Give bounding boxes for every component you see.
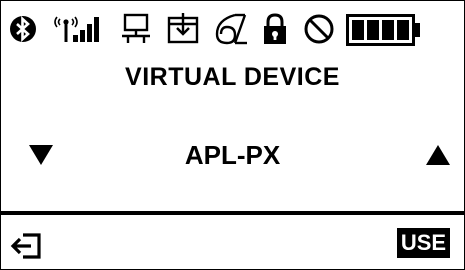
back-exit-icon[interactable] — [9, 232, 43, 260]
no-entry-icon — [304, 14, 334, 44]
device-selector: APL-PX — [1, 136, 464, 176]
sleep-icon — [215, 13, 247, 45]
device-name: APL-PX — [184, 140, 281, 170]
footer: USE — [1, 215, 464, 269]
lock-icon — [264, 13, 286, 44]
bluetooth-icon — [10, 16, 36, 42]
device-screen: VIRTUAL DEVICE APL-PX USE — [0, 0, 465, 270]
battery-icon — [346, 14, 420, 46]
next-arrow-button[interactable] — [424, 143, 452, 167]
page-title: VIRTUAL DEVICE — [125, 63, 340, 91]
status-bar — [1, 1, 464, 61]
inbox-icon — [167, 13, 199, 44]
use-button[interactable]: USE — [397, 228, 450, 258]
network-icon — [122, 13, 150, 43]
signal-strength-icon — [54, 16, 99, 42]
